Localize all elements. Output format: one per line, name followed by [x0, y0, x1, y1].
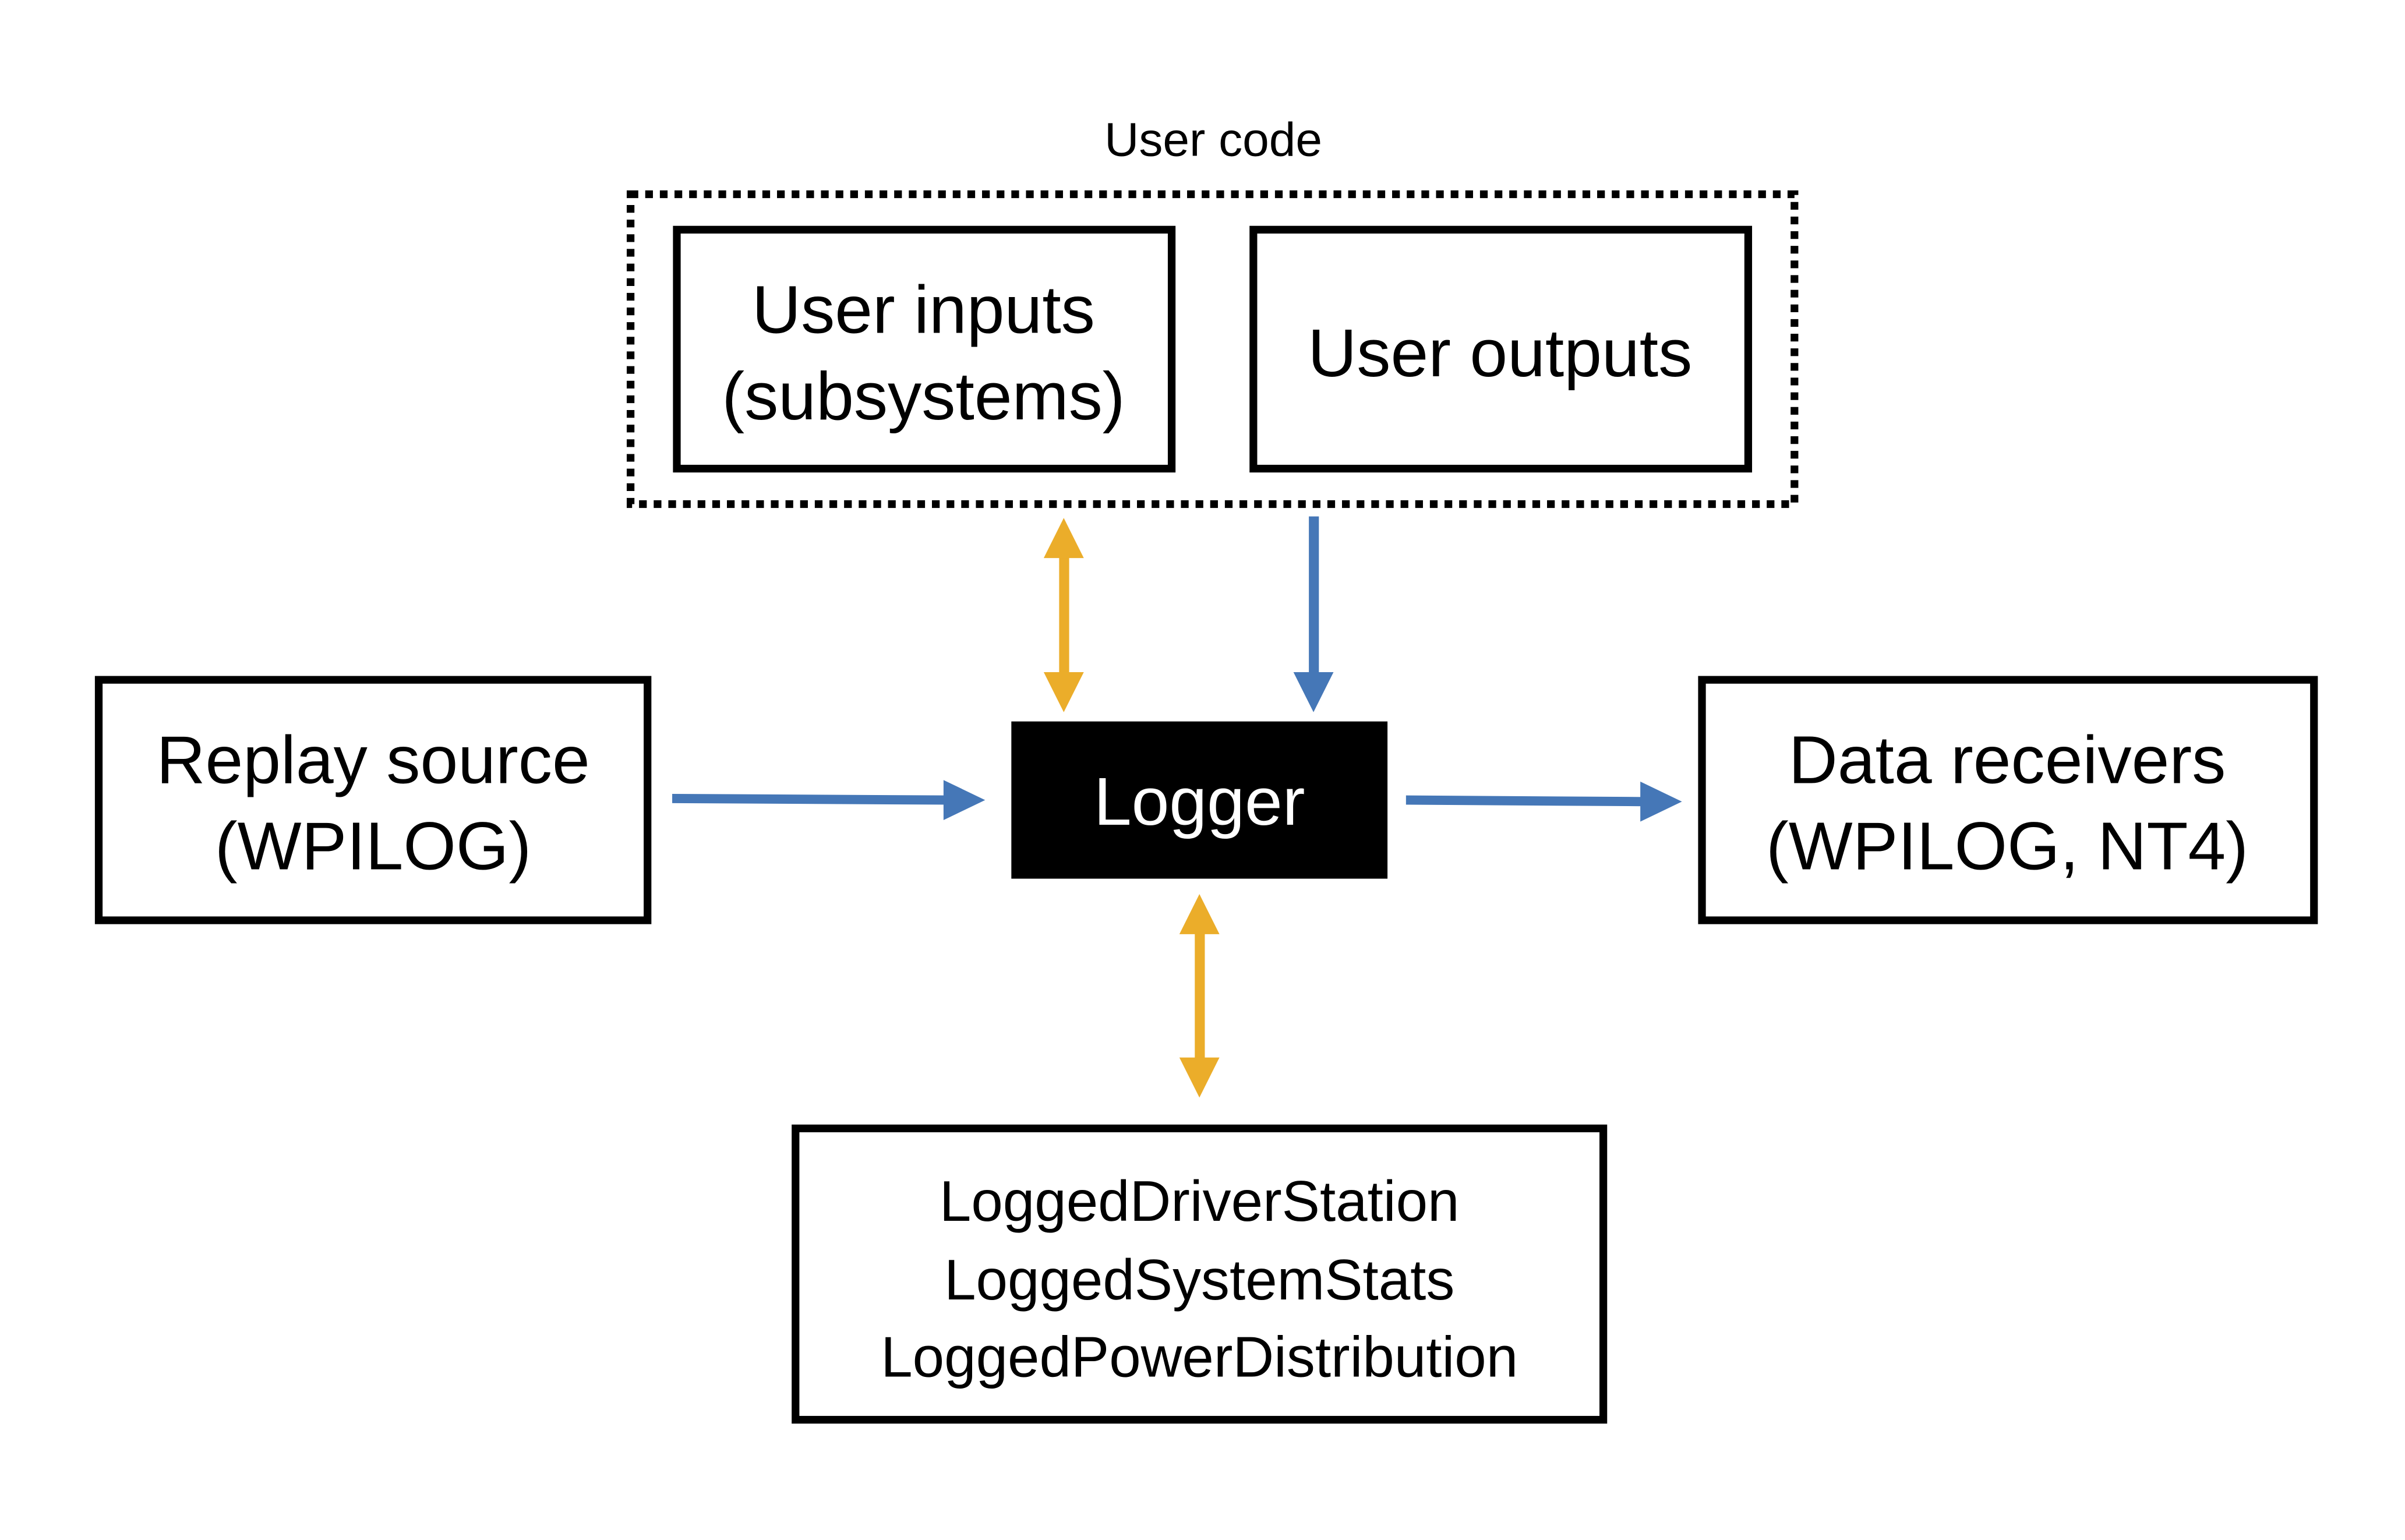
data-receivers-line1: Data receivers [1789, 722, 2226, 797]
user-inputs-line2: (subsystems) [722, 358, 1125, 434]
user-inputs-line1: User inputs [752, 272, 1095, 348]
user-code-label: User code [1104, 113, 1322, 166]
built-in-item: LoggedPowerDistribution [881, 1324, 1518, 1389]
logger-to-receivers-arrow [1405, 781, 1682, 822]
data-receivers-line2: (WPILOG, NT4) [1766, 808, 2248, 884]
user-inputs-box: User inputs (subsystems) [673, 225, 1176, 473]
user-inputs-logger-double-arrow [1043, 518, 1084, 712]
logger-builtins-double-arrow [1179, 894, 1220, 1098]
user-outputs-box: User outputs [1249, 225, 1753, 473]
replay-source-line1: Replay source [156, 722, 589, 797]
user-outputs-label: User outputs [1308, 315, 1692, 391]
replay-source-box: Replay source (WPILOG) [94, 676, 652, 924]
logging-architecture-diagram: User code User inputs (subsystems) User … [94, 113, 2318, 1424]
logger-box: Logger [1011, 721, 1388, 879]
built-in-item: LoggedDriverStation [940, 1169, 1460, 1233]
built-in-item: LoggedSystemStats [944, 1248, 1454, 1312]
data-receivers-box: Data receivers (WPILOG, NT4) [1698, 676, 2318, 924]
replay-to-logger-arrow [672, 780, 986, 821]
replay-source-line2: (WPILOG) [215, 808, 531, 884]
user-outputs-to-logger-arrow [1293, 516, 1334, 712]
built-in-loggers-box: LoggedDriverStation LoggedSystemStats Lo… [792, 1124, 1608, 1424]
logger-label: Logger [1094, 764, 1305, 839]
